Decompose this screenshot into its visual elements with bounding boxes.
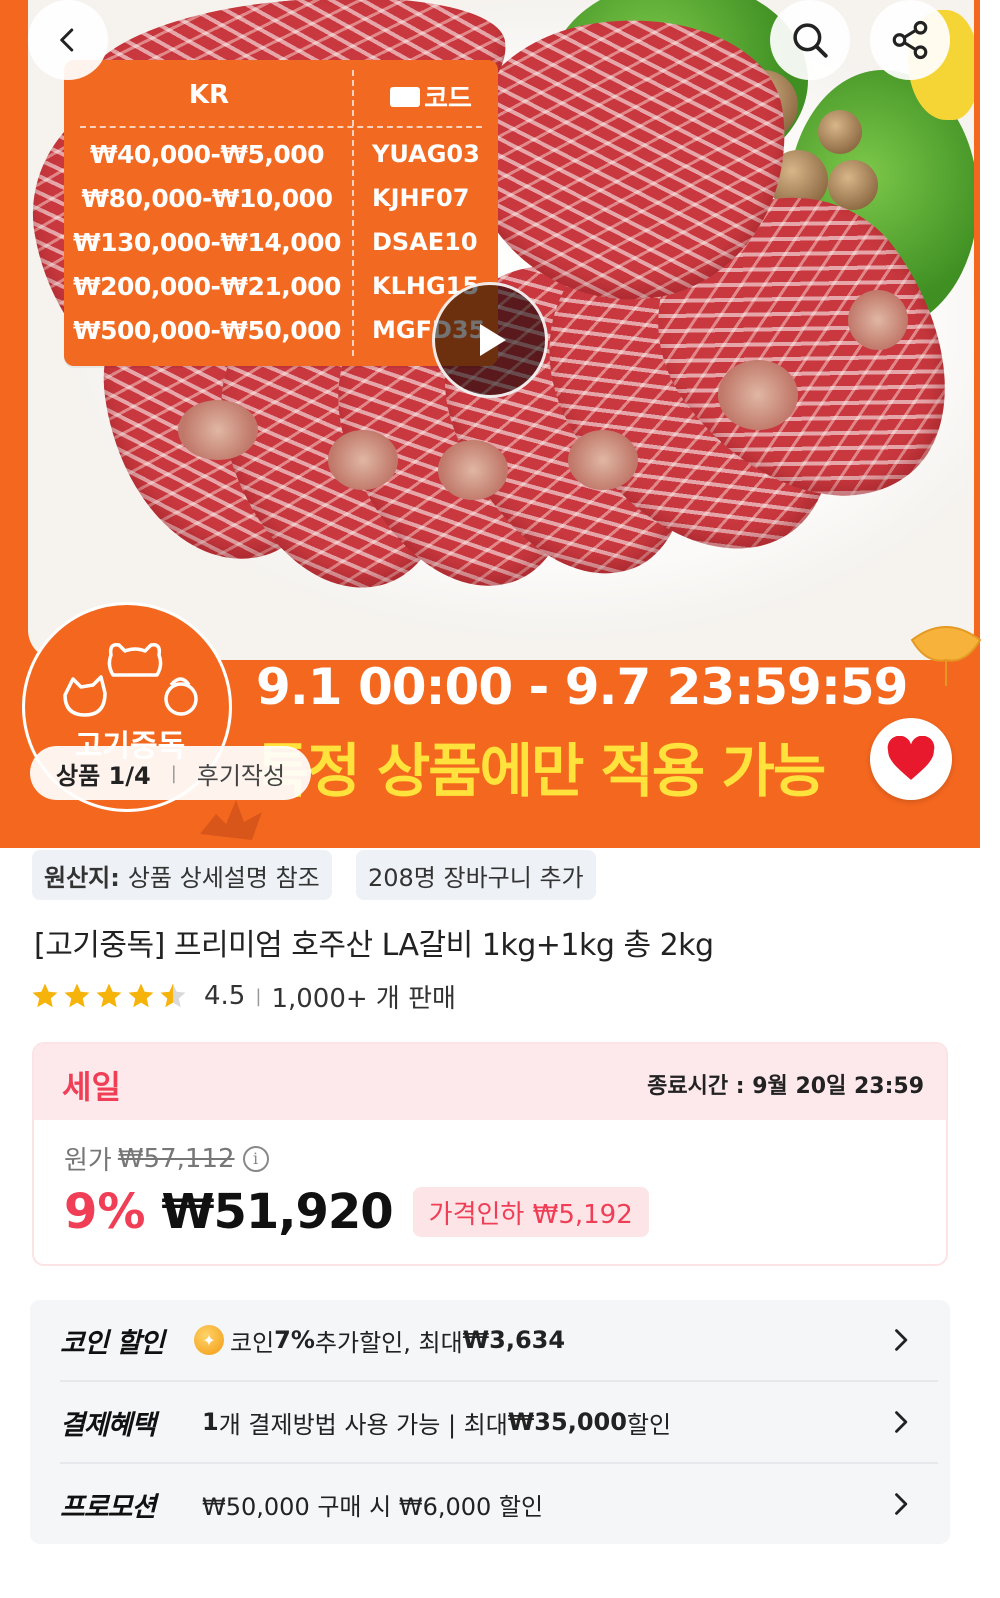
coin-discount-row[interactable]: 코인 할인 ✦ 코인 7% 추가할인, 최대 ₩3,634: [30, 1300, 950, 1380]
info-icon[interactable]: i: [242, 1145, 269, 1172]
share-button[interactable]: [870, 0, 950, 80]
chevron-left-icon: [60, 28, 74, 52]
autumn-leaf-icon: [200, 800, 262, 840]
product-image-carousel[interactable]: KR 코드 ₩40,000-₩5,000 YUAG03 ₩80,000-₩10,…: [0, 0, 1000, 848]
original-price: ₩57,112: [117, 1143, 235, 1174]
original-price-row: 원가 ₩57,112 i: [64, 1140, 269, 1177]
search-button[interactable]: [770, 0, 850, 80]
coupon-row: ₩200,000-₩21,000 KLHG15: [73, 272, 480, 301]
coupon-row: ₩40,000-₩5,000 YUAG03: [89, 140, 480, 169]
coupon-code-header: 코드: [364, 78, 498, 115]
rating-value: 4.5: [204, 981, 246, 1011]
star-icon: [160, 983, 186, 1008]
livestock-icon: [63, 642, 198, 717]
back-button[interactable]: [28, 0, 108, 80]
price-drop-badge: 가격인하 ₩5,192: [412, 1187, 649, 1237]
promo-period: 9.1 00:00 - 9.7 23:59:59: [256, 658, 908, 716]
price-card: 세일 종료시간 : 9월 20일 23:59 원가 ₩57,112 i 9% ₩…: [32, 1042, 948, 1266]
play-icon: [480, 324, 506, 356]
star-icon: [128, 983, 154, 1008]
payment-benefit-row[interactable]: 결제혜택 1개 결제방법 사용 가능 | 최대 ₩35,000 할인: [30, 1382, 950, 1462]
ginkgo-leaf-icon: [910, 626, 982, 686]
sale-label: 세일: [62, 1068, 121, 1106]
chevron-right-icon: [895, 1493, 908, 1515]
chevron-right-icon: [895, 1411, 908, 1433]
cart-count-tag: 208명 장바구니 추가: [356, 850, 596, 900]
sale-header: 세일 종료시간 : 9월 20일 23:59: [34, 1044, 946, 1120]
product-title: [고기중독] 프리미엄 호주산 LA갈비 1kg+1kg 총 2kg: [34, 928, 714, 963]
ticket-icon: [390, 86, 421, 107]
current-price: ₩51,920: [161, 1184, 394, 1240]
current-price-row: 9% ₩51,920 가격인하 ₩5,192: [64, 1182, 649, 1242]
search-icon: [793, 23, 828, 58]
rating-summary[interactable]: 4.5 | 1,000+ 개 판매: [30, 978, 456, 1014]
star-icon: [32, 983, 58, 1008]
star-icon: [96, 983, 122, 1008]
heart-icon: [887, 736, 935, 780]
sale-end-time: 종료시간 : 9월 20일 23:59: [647, 1074, 924, 1099]
coupon-table: KR 코드 ₩40,000-₩5,000 YUAG03 ₩80,000-₩10,…: [64, 60, 498, 366]
benefits-panel: 코인 할인 ✦ 코인 7% 추가할인, 최대 ₩3,634 결제혜택 1개 결제…: [30, 1300, 950, 1544]
image-counter: 상품 1/4 | 후기작성: [30, 746, 312, 800]
promo-note: 특정 상품에만 적용 가능: [256, 737, 826, 805]
coupon-region-header: KR: [188, 80, 230, 110]
coin-icon: ✦: [194, 1325, 224, 1355]
coupon-row: ₩130,000-₩14,000 DSAE10: [73, 228, 478, 257]
play-video-button[interactable]: [432, 282, 548, 398]
star-icon: [64, 983, 90, 1008]
wishlist-button[interactable]: [870, 718, 952, 800]
coupon-row: ₩80,000-₩10,000 KJHF07: [81, 184, 470, 213]
origin-tag: 원산지: 상품 상세설명 참조: [32, 850, 332, 900]
write-review-link[interactable]: 후기작성: [197, 756, 285, 791]
chevron-right-icon: [895, 1329, 908, 1351]
star-rating: [30, 981, 190, 1011]
discount-percent: 9%: [64, 1184, 146, 1240]
promotion-row[interactable]: 프로모션 ₩50,000 구매 시 ₩6,000 할인: [30, 1464, 950, 1544]
sold-count: 1,000+ 개 판매: [271, 983, 456, 1014]
share-icon: [892, 20, 928, 60]
